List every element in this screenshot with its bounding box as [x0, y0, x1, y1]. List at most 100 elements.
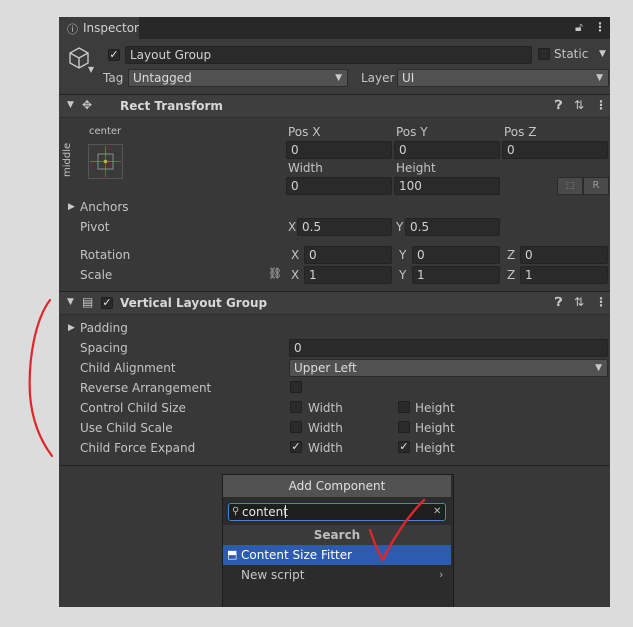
scale-z-input[interactable]: 1: [520, 266, 608, 284]
scale-y-axis: Y: [399, 268, 407, 282]
layer-dropdown[interactable]: UI ▼: [397, 69, 609, 87]
control-height-checkbox[interactable]: [398, 401, 410, 413]
component-icon: ⬒: [227, 548, 238, 561]
posz-label: Pos Z: [504, 125, 537, 139]
red-bracket-mark: [28, 298, 54, 458]
padding-foldout-icon[interactable]: ▶: [68, 323, 75, 333]
rotation-x-input[interactable]: 0: [304, 246, 392, 264]
anchor-h-label: center: [89, 126, 122, 137]
scale-width-checkbox[interactable]: [290, 421, 302, 433]
posx-input[interactable]: 0: [286, 141, 392, 159]
layer-value: UI: [402, 71, 415, 85]
scale-height-checkbox[interactable]: [398, 421, 410, 433]
rotation-y-input[interactable]: 0: [412, 246, 500, 264]
pivot-x-input[interactable]: 0.5: [297, 218, 392, 236]
vertical-layout-group-header[interactable]: ▼ ▤ ✓ Vertical Layout Group ❓︎ ⇅ ⋮: [59, 291, 610, 315]
help-icon[interactable]: ❓︎: [555, 98, 562, 113]
chevron-down-icon: ▼: [335, 73, 342, 83]
child-alignment-dropdown[interactable]: Upper Left ▼: [289, 359, 608, 377]
posz-input[interactable]: 0: [502, 141, 608, 159]
child-force-expand-label: Child Force Expand: [80, 441, 196, 455]
posx-label: Pos X: [288, 125, 321, 139]
posy-input[interactable]: 0: [394, 141, 500, 159]
chevron-right-icon: ›: [439, 568, 444, 581]
vertical-layout-group-title: Vertical Layout Group: [120, 296, 268, 310]
pivot-y-axis: Y: [396, 220, 404, 234]
scale-x-input[interactable]: 1: [304, 266, 392, 284]
static-checkbox[interactable]: [538, 48, 550, 60]
control-width-checkbox[interactable]: [290, 401, 302, 413]
anchors-label[interactable]: Anchors: [80, 200, 129, 214]
tag-label: Tag: [103, 71, 124, 85]
component-search-input[interactable]: ⚲ content ✕: [228, 503, 446, 521]
static-dropdown-icon[interactable]: ▼: [599, 49, 606, 59]
posy-label: Pos Y: [396, 125, 428, 139]
result-content-size-fitter[interactable]: ⬒ Content Size Fitter: [223, 545, 451, 565]
expand-width-label: Width: [308, 441, 343, 455]
scale-width-label: Width: [308, 421, 343, 435]
anchor-v-label: middle: [62, 142, 73, 177]
presets-icon[interactable]: ⇅: [574, 295, 584, 309]
static-label: Static: [554, 47, 589, 61]
component-menu-icon[interactable]: ⋮: [595, 98, 607, 112]
help-icon[interactable]: ❓︎: [555, 295, 562, 310]
add-component-popup: Add Component ⚲ content ✕ Search ⬒ Conte…: [222, 474, 454, 607]
height-label: Height: [396, 161, 436, 175]
foldout-arrow-icon[interactable]: ▼: [67, 100, 74, 110]
text-caret: [285, 505, 286, 518]
pivot-label: Pivot: [80, 220, 110, 234]
scale-height-label: Height: [415, 421, 455, 435]
anchor-presets-icon[interactable]: [88, 144, 123, 179]
gameobject-name-input[interactable]: Layout Group: [125, 46, 532, 64]
width-input[interactable]: 0: [286, 177, 392, 195]
pivot-x-axis: X: [288, 220, 297, 234]
anchors-foldout-icon[interactable]: ▶: [68, 202, 75, 212]
tab-menu-icon[interactable]: ⋮: [594, 20, 606, 34]
search-text: content: [242, 505, 288, 519]
chevron-down-icon: ▼: [596, 73, 603, 83]
rot-z-axis: Z: [507, 248, 516, 262]
scale-y-input[interactable]: 1: [412, 266, 500, 284]
spacing-input[interactable]: 0: [289, 339, 608, 357]
search-icon: ⚲: [232, 506, 240, 517]
reverse-arrangement-checkbox[interactable]: [290, 381, 302, 393]
result-label: New script: [241, 568, 305, 582]
rect-transform-title: Rect Transform: [120, 99, 223, 113]
control-width-label: Width: [308, 401, 343, 415]
rect-transform-header[interactable]: ▼ ✥ Rect Transform ❓︎ ⇅ ⋮: [59, 94, 610, 118]
blueprint-mode-button[interactable]: ⬚: [557, 177, 583, 195]
presets-icon[interactable]: ⇅: [574, 98, 584, 112]
constrain-proportions-icon[interactable]: ⛓︎: [268, 267, 282, 280]
icon-dropdown-arrow-icon[interactable]: ▼: [88, 65, 94, 74]
component-enabled-checkbox[interactable]: ✓: [101, 297, 113, 309]
spacing-label: Spacing: [80, 341, 128, 355]
layout-group-icon: ▤: [82, 295, 94, 309]
raw-edit-button[interactable]: R: [583, 177, 609, 195]
inspector-tab-icon: ⓘ: [67, 23, 78, 36]
height-input[interactable]: 100: [394, 177, 500, 195]
result-label: Content Size Fitter: [241, 548, 353, 562]
tab-inspector[interactable]: ⓘ Inspector: [59, 17, 139, 39]
rotation-z-input[interactable]: 0: [520, 246, 608, 264]
components-divider: [59, 465, 610, 466]
tag-value: Untagged: [133, 71, 192, 85]
result-new-script[interactable]: New script ›: [223, 565, 451, 585]
reverse-arrangement-label: Reverse Arrangement: [80, 381, 212, 395]
pivot-y-input[interactable]: 0.5: [405, 218, 500, 236]
add-component-button[interactable]: Add Component: [223, 475, 451, 497]
lock-icon[interactable]: 🔓︎: [575, 20, 583, 35]
expand-height-checkbox[interactable]: ✓: [398, 441, 410, 453]
child-alignment-value: Upper Left: [294, 361, 357, 375]
tag-dropdown[interactable]: Untagged ▼: [128, 69, 348, 87]
padding-label[interactable]: Padding: [80, 321, 128, 335]
inspector-tab-label: Inspector: [83, 21, 139, 35]
chevron-down-icon: ▼: [595, 363, 602, 373]
scale-label: Scale: [80, 268, 113, 282]
scale-x-axis: X: [291, 268, 300, 282]
foldout-arrow-icon[interactable]: ▼: [67, 297, 74, 307]
gameobject-active-checkbox[interactable]: ✓: [108, 49, 120, 61]
component-menu-icon[interactable]: ⋮: [595, 295, 607, 309]
clear-search-icon[interactable]: ✕: [433, 504, 441, 520]
layer-label: Layer: [361, 71, 395, 85]
expand-width-checkbox[interactable]: ✓: [290, 441, 302, 453]
